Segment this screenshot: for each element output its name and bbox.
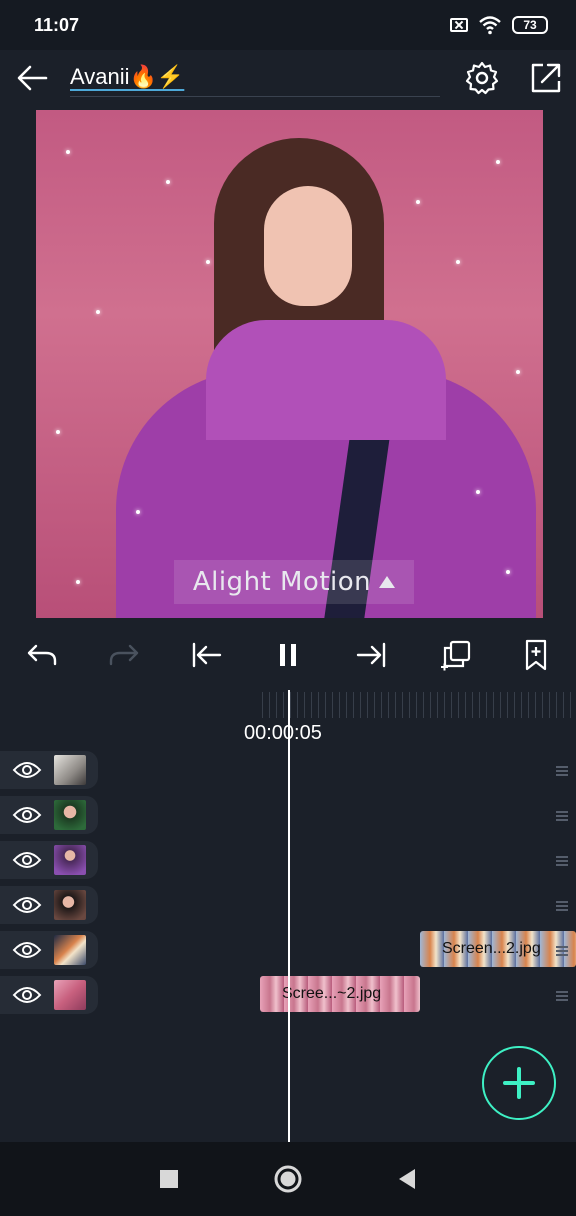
back-icon — [399, 1169, 415, 1189]
sparkle — [66, 150, 70, 154]
sparkle — [166, 180, 170, 184]
status-time: 11:07 — [34, 15, 80, 35]
eye-icon[interactable] — [12, 894, 42, 916]
sparkle — [416, 200, 420, 204]
layer-thumbnail — [54, 980, 86, 1010]
sparkle — [56, 430, 60, 434]
skip-start-icon — [192, 642, 222, 668]
triangle-up-icon — [379, 576, 396, 588]
sparkle — [96, 310, 100, 314]
watermark: Alight Motion — [174, 560, 414, 604]
recents-button[interactable] — [154, 1164, 184, 1194]
layer-row[interactable] — [0, 886, 98, 924]
clip-label: Screen...2.jpg — [442, 940, 541, 957]
drag-handle[interactable] — [556, 946, 568, 956]
redo-button[interactable] — [104, 635, 144, 675]
battery-icon: 73 — [512, 16, 548, 34]
drag-handle[interactable] — [556, 811, 568, 821]
layer-row[interactable] — [0, 931, 98, 969]
layer-row[interactable] — [0, 976, 98, 1014]
sim-off-icon — [450, 18, 468, 32]
skip-end-button[interactable] — [352, 635, 392, 675]
preview-figure — [206, 320, 446, 440]
sparkle — [76, 580, 80, 584]
bookmark-add-icon — [525, 639, 547, 671]
export-button[interactable] — [526, 58, 566, 98]
export-icon — [531, 63, 561, 93]
playback-controls — [0, 625, 576, 685]
video-preview[interactable]: Alight Motion — [36, 110, 543, 618]
timeline-clip[interactable]: Scree...~2.jpg — [260, 976, 420, 1012]
settings-button[interactable] — [462, 58, 502, 98]
layer-row[interactable] — [0, 796, 98, 834]
layer-thumbnail — [54, 845, 86, 875]
arrow-left-icon — [17, 65, 48, 91]
sparkle — [206, 260, 210, 264]
preview-figure — [264, 186, 352, 306]
plus-icon — [503, 1067, 535, 1099]
drag-handle[interactable] — [556, 901, 568, 911]
sparkle — [456, 260, 460, 264]
back-button[interactable] — [14, 58, 54, 98]
eye-icon[interactable] — [12, 759, 42, 781]
sparkle — [136, 510, 140, 514]
skip-end-icon — [356, 642, 386, 668]
home-button[interactable] — [273, 1164, 303, 1194]
layer-thumbnail — [54, 755, 86, 785]
layer-thumbnail — [54, 800, 86, 830]
undo-icon — [27, 644, 57, 666]
skip-start-button[interactable] — [186, 635, 226, 675]
status-bar: 11:07 73 — [0, 0, 576, 50]
timeline-ruler[interactable] — [262, 692, 576, 718]
watermark-text: Alight Motion — [192, 567, 372, 597]
drag-handle[interactable] — [556, 856, 568, 866]
layer-thumbnail — [54, 935, 86, 965]
undo-button[interactable] — [22, 635, 62, 675]
sparkle — [516, 370, 520, 374]
sparkle — [496, 160, 500, 164]
drag-handle[interactable] — [556, 766, 568, 776]
system-nav-bar — [0, 1142, 576, 1216]
eye-icon[interactable] — [12, 804, 42, 826]
project-title[interactable]: Avanii🔥⚡ — [70, 64, 184, 90]
pause-icon — [280, 644, 296, 666]
nav-back-button[interactable] — [392, 1164, 422, 1194]
sparkle — [476, 490, 480, 494]
playhead[interactable] — [288, 690, 290, 1142]
timeline-clip[interactable]: Screen...2.jpg — [420, 931, 576, 967]
home-icon — [274, 1165, 302, 1193]
top-toolbar: Avanii🔥⚡ — [0, 50, 576, 110]
eye-icon[interactable] — [12, 849, 42, 871]
pause-button[interactable] — [268, 635, 308, 675]
layer-row[interactable] — [0, 841, 98, 879]
layer-row[interactable] — [0, 751, 98, 789]
bookmark-add-button[interactable] — [516, 635, 556, 675]
add-layer-button[interactable] — [482, 1046, 556, 1120]
clip-label: Scree...~2.jpg — [282, 985, 382, 1002]
redo-icon — [109, 644, 139, 666]
duplicate-button[interactable] — [436, 635, 476, 675]
status-icons: 73 — [450, 14, 548, 36]
layer-thumbnail — [54, 890, 86, 920]
drag-handle[interactable] — [556, 991, 568, 1001]
gear-icon — [465, 61, 499, 95]
timecode: 00:00:05 — [244, 722, 322, 744]
eye-icon[interactable] — [12, 939, 42, 961]
eye-icon[interactable] — [12, 984, 42, 1006]
sparkle — [506, 570, 510, 574]
title-underline — [70, 96, 440, 97]
duplicate-icon — [441, 640, 471, 671]
wifi-icon — [479, 16, 501, 35]
recents-icon — [160, 1170, 178, 1188]
